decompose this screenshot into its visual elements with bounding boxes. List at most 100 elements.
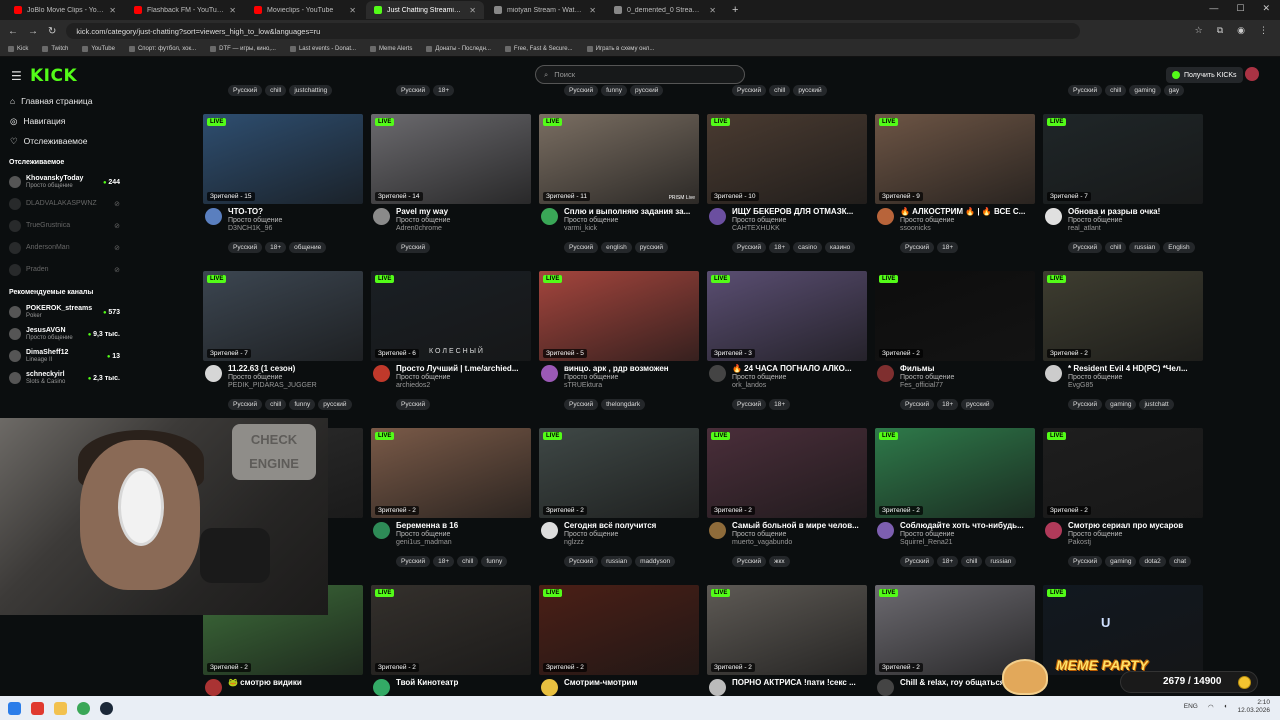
stream-thumbnail[interactable]: LIVE Зрителей - 14 — [371, 114, 531, 204]
stream-title[interactable]: Твой Кинотеатр — [396, 678, 528, 687]
sidebar-channel[interactable]: JesusAVGNПросто общение 9,3 тыс. — [0, 323, 128, 345]
stream-card[interactable]: LIVE Зрителей - 11 PRISM Live Сплю и выполн… — [539, 114, 699, 253]
stream-title[interactable]: ПОРНО АКТРИСА !пати !секс ... — [732, 678, 864, 687]
bookmark-item[interactable]: Донаты - Последн... — [426, 46, 491, 52]
maximize-icon[interactable]: ☐ — [1236, 3, 1244, 14]
stream-thumbnail[interactable]: LIVE Зрителей - 2 — [875, 271, 1035, 361]
get-kicks-button[interactable]: Получить KICKs — [1166, 67, 1243, 83]
menu-icon[interactable]: ⋮ — [1259, 25, 1268, 36]
stream-thumbnail[interactable]: LIVE Зрителей - 2 — [707, 585, 867, 675]
stream-card[interactable]: LIVE Зрителей - 2 * Resident Evil 4 HD(PC)… — [1043, 271, 1203, 410]
kick-logo[interactable]: KICK — [30, 66, 77, 86]
sidebar-channel[interactable]: DLADVALAKASPWNZ ⊘ — [0, 193, 128, 215]
stream-card[interactable]: LIVE Зрителей - 7 11.22.63 (1 сезон) Просто… — [203, 271, 363, 410]
tag-chip[interactable]: gay — [1163, 85, 1185, 96]
streamer-name[interactable]: muerto_vagabundo — [732, 539, 867, 546]
stream-category[interactable]: Просто общение — [396, 217, 531, 224]
streamer-name[interactable]: Fes_official77 — [900, 382, 1035, 389]
bookmark-item[interactable]: Играть в схему онл... — [586, 46, 654, 52]
stream-title[interactable]: 🐸 смотрю видики — [228, 678, 360, 687]
tag-chip[interactable]: русский — [630, 85, 664, 96]
streamer-name[interactable]: PEDIK_PIDARAS_JUGGER — [228, 382, 363, 389]
stream-thumbnail[interactable]: LIVE Зрителей - 10 — [707, 114, 867, 204]
stream-category[interactable]: Просто общение — [228, 374, 363, 381]
streamer-avatar[interactable] — [205, 679, 222, 696]
stream-thumbnail[interactable]: LIVE Зрителей - 3 — [707, 271, 867, 361]
bookmark-item[interactable]: Спорт: футбол, хок... — [128, 46, 196, 52]
tab-close-icon[interactable]: ✕ — [229, 6, 236, 15]
streamer-avatar[interactable] — [541, 208, 558, 225]
chrome-icon[interactable] — [77, 701, 90, 715]
streamer-avatar[interactable] — [1045, 365, 1062, 382]
stream-card[interactable]: LIVE Зрителей - 15 ЧТО-ТО? Просто общение D3… — [203, 114, 363, 253]
streamer-avatar[interactable] — [877, 522, 894, 539]
clock[interactable]: 2:10 12.03.2026 — [1237, 699, 1270, 715]
stream-thumbnail[interactable]: LIVE Зрителей - 6 КОЛЕСНЫЙ — [371, 271, 531, 361]
streamer-avatar[interactable] — [877, 365, 894, 382]
tab-close-icon[interactable]: ✕ — [469, 6, 476, 15]
browser-tab[interactable]: Movieclips - YouTube ✕ — [246, 1, 364, 19]
stream-title[interactable]: ИЩУ БЕКЕРОВ ДЛЯ ОТМАЗК... — [732, 207, 864, 216]
streamer-name[interactable]: Adren0chrome — [396, 225, 531, 232]
stream-category[interactable]: Просто общение — [228, 217, 363, 224]
stream-card[interactable]: LIVE Зрителей - 2 Фильмы Просто общение Fes_… — [875, 271, 1035, 410]
streamer-avatar[interactable] — [1045, 208, 1062, 225]
streamer-name[interactable]: ork_landos — [732, 382, 867, 389]
stream-category[interactable]: Просто общение — [732, 531, 867, 538]
tag-chip[interactable]: Русский — [228, 85, 263, 96]
streamer-name[interactable]: ssoonicks — [900, 225, 1035, 232]
streamer-avatar[interactable] — [373, 522, 390, 539]
sidebar-channel[interactable]: TrueGrustnica ⊘ — [0, 215, 128, 237]
stream-category[interactable]: Просто общение — [396, 531, 531, 538]
reload-icon[interactable]: ↻ — [48, 26, 56, 37]
tag-chip[interactable]: Русский — [1068, 85, 1103, 96]
stream-card[interactable]: LIVE Зрителей - 9 🔥 АЛКОСТРИМ 🔥 | 🔥 ВСЕ С.… — [875, 114, 1035, 253]
stream-category[interactable]: Просто общение — [564, 531, 699, 538]
stream-card[interactable]: LIVE Зрителей - 10 ИЩУ БЕКЕРОВ ДЛЯ ОТМАЗК.… — [707, 114, 867, 253]
streamer-avatar[interactable] — [373, 365, 390, 382]
stream-title[interactable]: Фильмы — [900, 364, 1032, 373]
streamer-avatar[interactable] — [373, 208, 390, 225]
stream-card[interactable]: LIVE Зрителей - 2 Самый больной в мире чел… — [707, 428, 867, 567]
sidebar-nav-item[interactable]: ◎ Навигация — [0, 111, 128, 131]
stream-thumbnail[interactable]: LIVE Зрителей - 7 — [1043, 114, 1203, 204]
stream-category[interactable]: Просто общение — [564, 217, 699, 224]
browser-tab[interactable]: miotyan Stream - Watch Live o ✕ — [486, 1, 604, 19]
tab-close-icon[interactable]: ✕ — [109, 6, 116, 15]
stream-thumbnail[interactable]: LIVE Зрителей - 2 — [707, 428, 867, 518]
extensions-icon[interactable]: ⧉ — [1217, 25, 1223, 36]
streamer-avatar[interactable] — [709, 208, 726, 225]
hamburger-icon[interactable]: ☰ — [11, 69, 22, 83]
stream-card[interactable]: LIVE Зрителей - 2 Сегодня всё получится Про… — [539, 428, 699, 567]
streamer-name[interactable]: archiedos2 — [396, 382, 531, 389]
sidebar-channel[interactable]: KhovanskyTodayПросто общение 244 — [0, 171, 128, 193]
wifi-icon[interactable]: ◠ — [1208, 703, 1214, 711]
streamer-avatar[interactable] — [877, 679, 894, 696]
back-icon[interactable]: ← — [8, 26, 18, 37]
streamer-avatar[interactable] — [205, 365, 222, 382]
stream-card[interactable]: LIVE Зрителей - 14 Pavel my way Просто обще… — [371, 114, 531, 253]
sidebar-channel[interactable]: POKEROK_streamsPoker 573 — [0, 301, 128, 323]
streamer-name[interactable]: CAHTEXHUKK — [732, 225, 867, 232]
streamer-name[interactable]: EvgG85 — [1068, 382, 1203, 389]
stream-title[interactable]: Просто Лучший | t.me/archied... — [396, 364, 528, 373]
bookmark-item[interactable]: YouTube — [82, 46, 115, 52]
stream-title[interactable]: Самый больной в мире челов... — [732, 521, 864, 530]
stream-title[interactable]: Pavel my way — [396, 207, 528, 216]
stream-card[interactable]: LIVE Зрителей - 5 винцо. арк , рдр возможе… — [539, 271, 699, 410]
stream-thumbnail[interactable]: LIVE Зрителей - 2 — [1043, 271, 1203, 361]
stream-card[interactable]: LIVE Зрителей - 2 Соблюдайте хоть что-нибу… — [875, 428, 1035, 567]
stream-card[interactable]: LIVE Зрителей - 2 Беременна в 16 Просто общ… — [371, 428, 531, 567]
forward-icon[interactable]: → — [28, 26, 38, 37]
browser-tab[interactable]: Just Chatting Streaming - Live ✕ — [366, 1, 484, 19]
tag-chip[interactable]: chill — [265, 85, 287, 96]
tab-close-icon[interactable]: ✕ — [709, 6, 716, 15]
streamer-avatar[interactable] — [709, 365, 726, 382]
stream-thumbnail[interactable]: LIVE Зрителей - 2 — [539, 428, 699, 518]
stream-thumbnail[interactable]: LIVE Зрителей - 15 — [203, 114, 363, 204]
stream-title[interactable]: Сплю и выполняю задания за... — [564, 207, 696, 216]
windows-start-icon[interactable] — [8, 701, 21, 715]
stream-card[interactable]: LIVE Зрителей - 2 Твой Кинотеатр — [371, 585, 531, 696]
search-input[interactable]: ⌕ Поиск — [535, 65, 745, 84]
browser-tab[interactable]: 0_demented_0 Stream - Watch ✕ — [606, 1, 724, 19]
